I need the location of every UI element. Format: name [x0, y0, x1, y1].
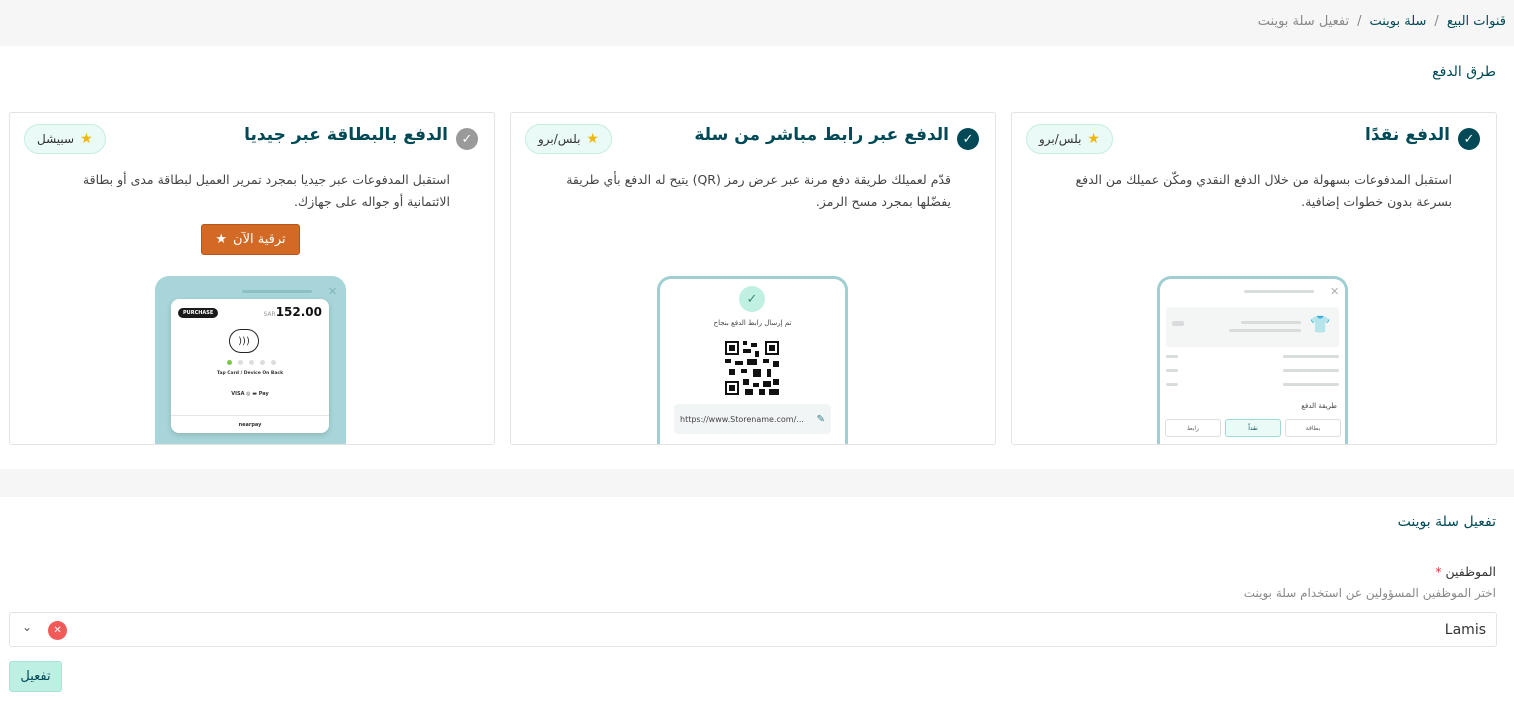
breadcrumb: قنوات البيع / سلة بوينت / تفعيل سلة بوين… — [1258, 14, 1506, 29]
pos-tap-instruction: Tap Card / Device On Back — [216, 371, 284, 376]
upgrade-label: ترقية الآن — [233, 232, 286, 247]
payment-card-description: استقبل المدفوعات عبر جيديا بمجرد تمرير ا… — [82, 172, 450, 209]
check-icon: ✓ — [739, 286, 765, 312]
activation-title: تفعيل سلة بوينت — [1397, 514, 1496, 530]
mock-url-text: https://www.Storename.com/... — [680, 414, 804, 424]
placeholder-bar — [1283, 355, 1339, 358]
payment-card-title: الدفع عبر رابط مباشر من سلة — [694, 125, 949, 145]
progress-dot — [260, 360, 265, 365]
placeholder-bar — [1166, 369, 1178, 372]
required-mark: * — [1435, 564, 1442, 579]
payment-card-title: الدفع بالبطاقة عبر جيديا — [244, 125, 448, 145]
product-row: 👕 — [1166, 307, 1339, 347]
check-circle-icon[interactable]: ✓ — [1458, 128, 1480, 150]
payment-card-description: استقبل المدفوعات بسهولة من خلال الدفع ال… — [1075, 172, 1452, 209]
phone-mockup-qr: ✓ تم إرسال رابط الدفع بنجاح https://www.… — [657, 276, 848, 444]
plan-badge-label: سبيشل — [37, 132, 75, 146]
qr-code-icon — [725, 341, 779, 395]
employees-field-hint: اختر الموظفين المسؤولين عن استخدام سلة ب… — [1243, 586, 1496, 600]
close-circle-icon[interactable]: ✕ — [48, 621, 67, 640]
selected-employee: Lamis — [1444, 622, 1486, 638]
progress-dot — [271, 360, 276, 365]
pos-powered-by: nearpay — [171, 415, 329, 433]
employees-select[interactable]: Lamis ✕ ⌄ — [9, 612, 1497, 647]
placeholder-bar — [1241, 321, 1301, 324]
payment-card-geidea: ✓ الدفع بالبطاقة عبر جيديا ★ سبيشل استقب… — [9, 112, 495, 445]
progress-dot — [227, 360, 232, 365]
placeholder-bar — [1172, 321, 1184, 326]
payment-methods-title: طرق الدفع — [1432, 64, 1496, 80]
contactless-icon: ))) — [229, 329, 259, 353]
plan-badge-label: بلس/برو — [1039, 132, 1082, 146]
check-circle-icon[interactable]: ✓ — [957, 128, 979, 150]
card-network-logos: VISA ◎ ▬ Pay — [231, 391, 269, 397]
star-icon: ★ — [215, 232, 228, 247]
breadcrumb-separator: / — [1357, 14, 1362, 29]
star-icon: ★ — [1087, 131, 1100, 147]
star-icon: ★ — [80, 131, 93, 147]
check-circle-icon[interactable]: ✓ — [456, 128, 478, 150]
breadcrumb-current: تفعيل سلة بوينت — [1257, 14, 1350, 29]
progress-dot — [238, 360, 243, 365]
employees-field-label: الموظفين * — [1435, 564, 1496, 579]
payment-card-link: ✓ الدفع عبر رابط مباشر من سلة ★ بلس/برو … — [510, 112, 996, 445]
plan-badge-label: بلس/برو — [538, 132, 581, 146]
placeholder-bar — [1283, 369, 1339, 372]
activate-button[interactable]: تفعيل — [9, 661, 62, 692]
upgrade-now-button[interactable]: ترقية الآن ★ — [201, 224, 300, 255]
placeholder-bar — [1244, 290, 1314, 293]
placeholder-bar — [242, 290, 312, 293]
placeholder-bar — [1229, 329, 1301, 332]
placeholder-bar — [1283, 383, 1339, 386]
payment-card-description: قدّم لعميلك طريقة دفع مرنة عبر عرض رمز (… — [566, 172, 951, 209]
plan-badge: ★ سبيشل — [24, 124, 106, 154]
payment-method-cards: ✓ الدفع نقدًا ★ بلس/برو استقبل المدفوعات… — [9, 112, 1497, 445]
pos-purchase-badge: PURCHASE — [178, 308, 219, 318]
breadcrumb-salla-point[interactable]: سلة بوينت — [1369, 14, 1426, 29]
payment-card-title: الدفع نقدًا — [1365, 125, 1450, 145]
phone-mockup-cash: ✕ 👕 طريقة الدفع بطاقة نقداً رابط — [1157, 276, 1348, 444]
edit-icon: ✎ — [816, 413, 825, 425]
mock-tab-cash: نقداً — [1225, 419, 1281, 437]
mock-url-box: https://www.Storename.com/... ✎ — [674, 404, 831, 434]
progress-dot — [249, 360, 254, 365]
payment-card-cash: ✓ الدفع نقدًا ★ بلس/برو استقبل المدفوعات… — [1011, 112, 1497, 445]
phone-mockup-pos: ✕ PURCHASE SAR152.00 ))) Tap Card / Devi… — [155, 276, 346, 444]
plan-badge: ★ بلس/برو — [1026, 124, 1113, 154]
progress-dots — [227, 360, 276, 365]
top-bar: قنوات البيع / سلة بوينت / تفعيل سلة بوين… — [0, 0, 1514, 46]
breadcrumb-sales-channels[interactable]: قنوات البيع — [1447, 14, 1506, 29]
mock-tab-card: بطاقة — [1285, 419, 1341, 437]
breadcrumb-separator: / — [1434, 14, 1439, 29]
placeholder-bar — [1166, 355, 1178, 358]
mock-tab-link: رابط — [1165, 419, 1221, 437]
plan-badge: ★ بلس/برو — [525, 124, 612, 154]
pos-currency: SAR — [263, 311, 276, 318]
mock-success-text: تم إرسال رابط الدفع بنجاح — [713, 319, 792, 327]
section-divider — [0, 469, 1514, 497]
pos-terminal-card: PURCHASE SAR152.00 ))) Tap Card / Device… — [171, 299, 329, 433]
placeholder-bar — [1166, 383, 1178, 386]
mock-section-label: طريقة الدفع — [1301, 402, 1337, 410]
chevron-down-icon[interactable]: ⌄ — [22, 620, 32, 634]
tshirt-icon: 👕 — [1309, 315, 1331, 335]
pos-amount: SAR152.00 — [263, 305, 322, 319]
employees-label-text: الموظفين — [1445, 564, 1496, 579]
close-icon: ✕ — [1330, 285, 1340, 298]
close-icon: ✕ — [328, 285, 338, 298]
pos-amount-value: 152.00 — [275, 305, 322, 319]
star-icon: ★ — [586, 131, 599, 147]
